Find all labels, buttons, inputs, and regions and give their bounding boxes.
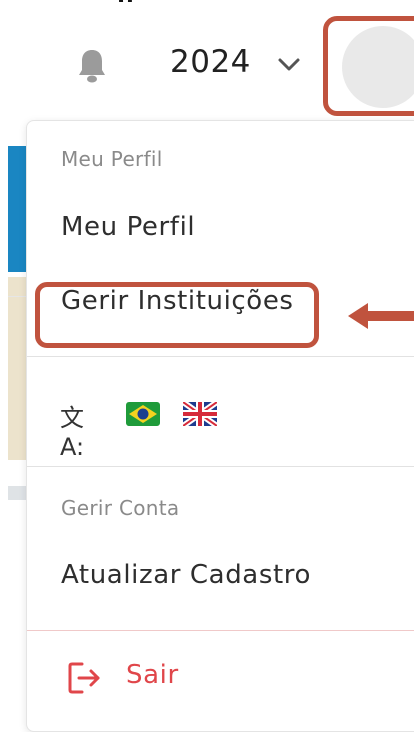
menu-item-atualizar-cadastro[interactable]: Atualizar Cadastro bbox=[61, 560, 311, 590]
annotation-box-institutions bbox=[35, 282, 319, 348]
flag-brazil-icon[interactable] bbox=[126, 402, 160, 426]
bell-icon[interactable] bbox=[76, 48, 108, 84]
menu-item-meu-perfil[interactable]: Meu Perfil bbox=[61, 212, 195, 242]
language-separator: : bbox=[76, 433, 85, 461]
logout-icon bbox=[68, 662, 100, 694]
annotation-box-avatar bbox=[323, 16, 414, 116]
translate-icon: 文A: bbox=[60, 398, 100, 461]
menu-divider bbox=[27, 356, 414, 357]
chevron-down-icon[interactable] bbox=[276, 56, 302, 74]
year-selector[interactable]: 2024 bbox=[170, 44, 251, 80]
flag-uk-icon[interactable] bbox=[183, 402, 217, 426]
cut-off-heading: g bbox=[118, 0, 134, 2]
annotation-arrow-icon bbox=[348, 303, 414, 329]
section-label-account: Gerir Conta bbox=[61, 496, 180, 520]
menu-divider-logout bbox=[27, 630, 414, 631]
section-label-profile: Meu Perfil bbox=[61, 147, 163, 171]
menu-divider bbox=[27, 466, 414, 467]
logout-label: Sair bbox=[126, 660, 179, 690]
